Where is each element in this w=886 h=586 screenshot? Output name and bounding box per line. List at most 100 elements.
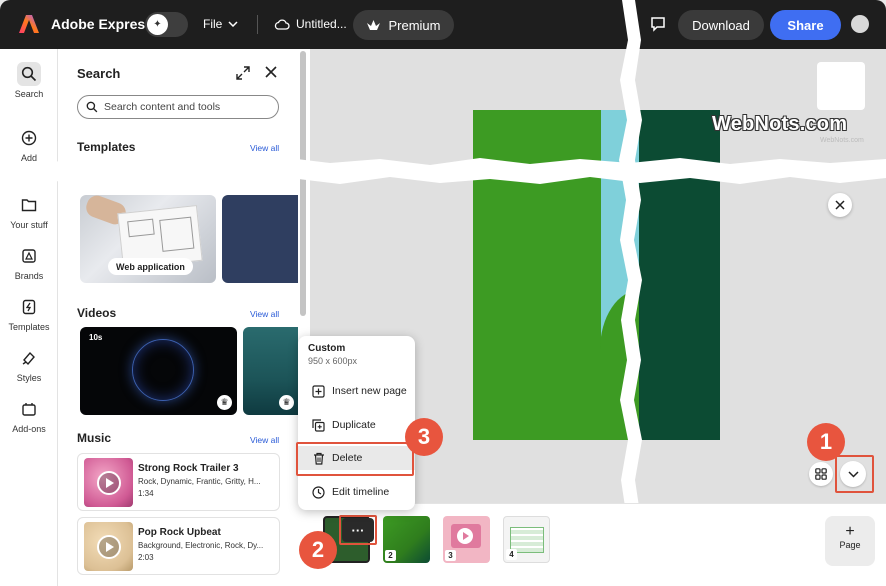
music-view-all-link[interactable]: View all bbox=[250, 435, 279, 445]
music-length: 1:34 bbox=[138, 489, 154, 498]
video-card[interactable]: 10s ♛ bbox=[80, 327, 237, 415]
rail-label: Brands bbox=[14, 271, 44, 281]
video-card[interactable]: ♛ bbox=[243, 327, 298, 415]
music-thumbnail bbox=[84, 522, 133, 571]
premium-toggle[interactable]: ✦ bbox=[145, 12, 188, 37]
rail-label: Add-ons bbox=[12, 424, 46, 434]
rail-item-templates[interactable]: Templates bbox=[0, 295, 58, 332]
page-number: 4 bbox=[506, 549, 517, 560]
adobe-express-logo-icon[interactable] bbox=[18, 13, 40, 35]
page-context-menu: Custom 950 x 600px Insert new page Dupli… bbox=[298, 336, 415, 510]
page-thumbnail-4[interactable]: 4 bbox=[503, 516, 550, 563]
close-icon bbox=[835, 200, 845, 210]
premium-crown-icon: ♛ bbox=[217, 395, 232, 410]
avatar[interactable] bbox=[851, 15, 869, 33]
watermark: WebNots.com bbox=[712, 113, 848, 135]
page-thumbnail-3[interactable]: 3 bbox=[443, 516, 490, 563]
brand-icon bbox=[17, 244, 41, 268]
menu-size: 950 x 600px bbox=[308, 356, 358, 366]
menu-item-label: Duplicate bbox=[332, 419, 376, 431]
add-page-label: Page bbox=[839, 540, 861, 550]
menu-item-duplicate[interactable]: Duplicate bbox=[298, 413, 415, 437]
rail-item-your-stuff[interactable]: Your stuff bbox=[0, 193, 58, 230]
watermark-tile bbox=[817, 62, 865, 110]
search-icon bbox=[17, 62, 41, 86]
insert-page-icon bbox=[312, 384, 325, 398]
app-title: Adobe Express bbox=[51, 16, 153, 32]
addons-icon bbox=[17, 397, 41, 421]
duplicate-icon bbox=[312, 418, 325, 432]
document-title[interactable]: Untitled... bbox=[274, 17, 347, 31]
video-preview-orb bbox=[132, 339, 194, 401]
templates-icon bbox=[17, 295, 41, 319]
template-card[interactable] bbox=[222, 195, 298, 283]
download-button[interactable]: Download bbox=[678, 10, 764, 40]
panel-title: Search bbox=[77, 66, 121, 81]
menu-item-label: Edit timeline bbox=[332, 486, 390, 498]
top-bar: Adobe Express ✦ File Untitled... Premium… bbox=[0, 0, 886, 49]
music-title: Pop Rock Upbeat bbox=[138, 527, 221, 538]
file-menu[interactable]: File bbox=[203, 17, 238, 31]
search-icon bbox=[86, 101, 98, 113]
premium-crown-icon: ♛ bbox=[279, 395, 294, 410]
step-marker: 3 bbox=[405, 418, 443, 456]
rail-label: Templates bbox=[8, 322, 50, 332]
search-panel: Search Templates View all Web applicatio… bbox=[58, 49, 310, 586]
page-number: 2 bbox=[385, 550, 396, 561]
video-duration: 10s bbox=[89, 333, 103, 342]
grid-icon bbox=[815, 468, 827, 480]
comment-icon[interactable] bbox=[649, 15, 667, 33]
step-marker: 1 bbox=[807, 423, 845, 461]
highlight-box-more bbox=[339, 515, 377, 545]
close-icon[interactable] bbox=[264, 65, 278, 79]
magic-icon: ✦ bbox=[147, 14, 168, 35]
step-marker: 2 bbox=[299, 531, 337, 569]
rail-label: Your stuff bbox=[10, 220, 48, 230]
rail-item-brands[interactable]: Brands bbox=[0, 244, 58, 281]
search-input[interactable] bbox=[104, 101, 274, 113]
rail-item-addons[interactable]: Add-ons bbox=[0, 397, 58, 434]
page-thumbnail-2[interactable]: 2 bbox=[383, 516, 430, 563]
folder-icon bbox=[17, 193, 41, 217]
cloud-icon bbox=[274, 18, 290, 30]
music-tags: Background, Electronic, Rock, Dy... bbox=[138, 541, 264, 550]
plus-circle-icon bbox=[17, 126, 41, 150]
canvas-close-button[interactable] bbox=[828, 193, 852, 217]
music-card[interactable]: Strong Rock Trailer 3 Rock, Dynamic, Fra… bbox=[77, 453, 280, 511]
torn-edge-vertical bbox=[619, 0, 642, 586]
rail-item-styles[interactable]: Styles bbox=[0, 346, 58, 383]
music-card[interactable]: Pop Rock Upbeat Background, Electronic, … bbox=[77, 517, 280, 575]
styles-icon bbox=[17, 346, 41, 370]
expand-icon[interactable] bbox=[236, 66, 250, 80]
file-menu-label: File bbox=[203, 17, 223, 31]
highlight-box-expand bbox=[835, 455, 874, 493]
rail-label: Styles bbox=[16, 373, 42, 383]
music-length: 2:03 bbox=[138, 553, 154, 562]
premium-button[interactable]: Premium bbox=[353, 10, 454, 40]
music-section-title: Music bbox=[77, 431, 112, 445]
music-tags: Rock, Dynamic, Frantic, Gritty, H... bbox=[138, 477, 261, 486]
page-number: 3 bbox=[445, 550, 456, 561]
document-title-label: Untitled... bbox=[296, 17, 347, 31]
play-icon[interactable] bbox=[96, 534, 121, 559]
watermark-small: WebNots.com bbox=[820, 137, 864, 144]
chevron-down-icon bbox=[228, 21, 238, 27]
template-card-web-application[interactable]: Web application bbox=[80, 195, 216, 283]
search-field[interactable] bbox=[77, 95, 279, 119]
premium-label: Premium bbox=[388, 17, 441, 33]
videos-view-all-link[interactable]: View all bbox=[250, 309, 279, 319]
music-title: Strong Rock Trailer 3 bbox=[138, 463, 239, 474]
template-chip: Web application bbox=[108, 258, 193, 275]
rail-item-search[interactable]: Search bbox=[0, 62, 58, 99]
grid-view-button[interactable] bbox=[809, 462, 833, 486]
play-icon[interactable] bbox=[96, 470, 121, 495]
highlight-box-delete bbox=[296, 442, 414, 476]
share-button[interactable]: Share bbox=[770, 10, 841, 40]
torn-edge-horizontal bbox=[0, 157, 886, 184]
menu-item-edit-timeline[interactable]: Edit timeline bbox=[298, 480, 415, 504]
add-page-button[interactable]: + Page bbox=[825, 516, 875, 566]
menu-title: Custom bbox=[308, 343, 346, 354]
music-thumbnail bbox=[84, 458, 133, 507]
plus-icon: + bbox=[845, 523, 855, 540]
menu-item-insert-new-page[interactable]: Insert new page bbox=[298, 379, 415, 403]
